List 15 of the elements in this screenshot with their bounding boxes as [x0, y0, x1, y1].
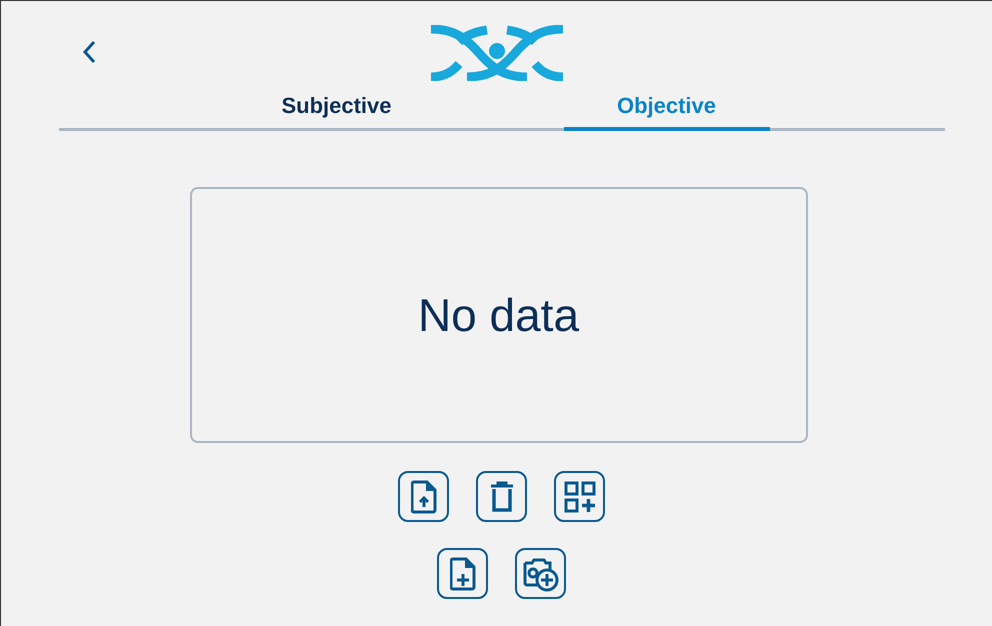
tab[interactable]: Objective [564, 91, 770, 131]
empty-message: No data [418, 288, 580, 342]
camera-add-button[interactable] [515, 548, 566, 599]
chevron-left-icon [82, 40, 96, 64]
camera-add-icon [522, 556, 558, 592]
file-add-button[interactable] [437, 548, 488, 599]
grid-add-icon [564, 480, 596, 512]
file-upload-icon [410, 480, 436, 514]
trash-icon [488, 480, 514, 512]
file-add-icon [450, 556, 476, 590]
upload-button[interactable] [398, 471, 449, 522]
grid-add-button[interactable] [554, 471, 605, 522]
trash-button[interactable] [476, 471, 527, 522]
logo-icon [430, 25, 562, 81]
tab[interactable]: Subjective [234, 91, 440, 131]
